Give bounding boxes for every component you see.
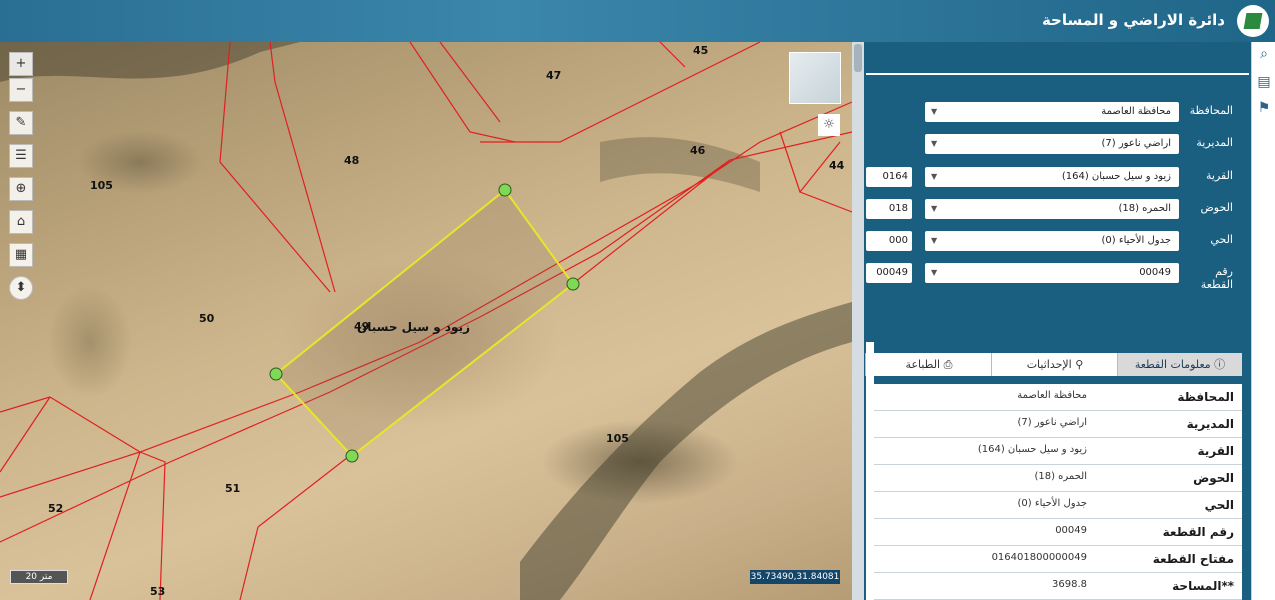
sun-icon[interactable]: ☼ (818, 114, 840, 136)
home-icon[interactable]: ⌂ (9, 210, 33, 234)
parcel-number: 45 (693, 44, 708, 57)
tab-coordinates[interactable]: ⚲ الإحداثيات (991, 353, 1118, 376)
village-select[interactable]: زيود و سيل حسبان (164) ▼ (925, 167, 1179, 187)
parcel-info-table: المحافظة محافظة العاصمة المديرية اراضي ناع… (866, 384, 1242, 600)
parcel-number: 47 (546, 69, 561, 82)
zoom-out-button[interactable]: − (9, 78, 33, 102)
info-row: **المساحة 3698.8 (866, 573, 1242, 600)
coordinate-readout: 35.73490,31.84081 (750, 570, 840, 584)
info-scrollbar[interactable] (866, 342, 874, 600)
compass-icon[interactable]: ⬍ (9, 276, 33, 300)
map-scrollbar[interactable] (852, 42, 864, 600)
app-title: دائرة الاراضي و المساحة (1041, 11, 1225, 29)
parcel-number: 51 (225, 482, 240, 495)
info-icon: ⓘ (1214, 358, 1226, 371)
info-row: مفتاح القطعة 016401800000049 (866, 546, 1242, 573)
chart-icon[interactable]: ▦ (9, 243, 33, 267)
form-row-basin: الحوض الحمره (18) ▼ 018 (864, 199, 1251, 221)
chevron-down-icon: ▼ (931, 172, 938, 181)
basemap-thumbnail[interactable] (789, 52, 841, 104)
parcel-name-label: زيود و سيل حسبان (357, 320, 470, 335)
info-row: المديرية اراضي ناعور (7) (866, 411, 1242, 438)
panel-divider (866, 73, 1249, 75)
layers-icon[interactable]: ▤ (1256, 74, 1272, 90)
basin-select[interactable]: الحمره (18) ▼ (925, 199, 1179, 219)
scale-bar: 20 متر (10, 570, 68, 584)
field-label: الحي (1210, 233, 1233, 246)
neighborhood-code-input[interactable]: 000 (866, 231, 912, 251)
parcel-number: 105 (90, 179, 113, 192)
field-label: رقم القطعة (1200, 265, 1233, 291)
parcel-number: 105 (606, 432, 629, 445)
directorate-select[interactable]: اراضي ناعور (7) ▼ (925, 134, 1179, 154)
basin-code-input[interactable]: 018 (866, 199, 912, 219)
locate-icon[interactable]: ⊕ (9, 177, 33, 201)
village-code-input[interactable]: 0164 (866, 167, 912, 187)
governorate-select[interactable]: محافظة العاصمة ▼ (925, 102, 1179, 122)
map-toolbar: + − ✎ ☰ ⊕ ⌂ ▦ ⬍ (9, 52, 33, 309)
zoom-in-button[interactable]: + (9, 52, 33, 76)
pencil-icon[interactable]: ✎ (9, 111, 33, 135)
chevron-down-icon: ▼ (931, 268, 938, 277)
measure-icon[interactable]: ☰ (9, 144, 33, 168)
parcel-number: 44 (829, 159, 845, 172)
terrain-ridge (600, 137, 760, 192)
info-row: القرية زيود و سيل حسبان (164) (866, 438, 1242, 465)
right-sidebar: ⌕ ▤ ⚑ (1251, 42, 1275, 600)
parcel-number: 46 (690, 144, 706, 157)
print-icon: ⎙ (943, 358, 953, 371)
terrain-ridge (0, 42, 300, 82)
map-view[interactable]: 45 47 46 44 48 105 50 49 105 51 52 53 زي… (0, 42, 852, 600)
info-row: الحي جدول الأحياء (0) (866, 492, 1242, 519)
parcel-number: 50 (199, 312, 215, 325)
person-icon: ⚲ (1075, 358, 1084, 371)
info-row: رقم القطعة 00049 (866, 519, 1242, 546)
dls-logo[interactable] (1237, 5, 1269, 37)
parcel-number: 52 (48, 502, 63, 515)
parcel-select[interactable]: 00049 ▼ (925, 263, 1179, 283)
info-row: الحوض الحمره (18) (866, 465, 1242, 492)
location-pin-icon[interactable]: ⚑ (1256, 100, 1272, 116)
form-row-governorate: المحافظة محافظة العاصمة ▼ (864, 102, 1251, 124)
terrain-ridge (520, 302, 852, 600)
field-label: الحوض (1200, 201, 1234, 214)
info-tabs: ⓘ معلومات القطعة ⚲ الإحداثيات ⎙ الطباعة (865, 353, 1242, 376)
chevron-down-icon: ▼ (931, 107, 938, 116)
neighborhood-select[interactable]: جدول الأحياء (0) ▼ (925, 231, 1179, 251)
form-row-neighborhood: الحي جدول الأحياء (0) ▼ 000 (864, 231, 1251, 253)
app-header: دائرة الاراضي و المساحة (0, 0, 1275, 42)
parcel-number: 53 (150, 585, 165, 598)
form-row-parcel: رقم القطعة 00049 ▼ 00049 (864, 263, 1251, 291)
scrollbar-thumb[interactable] (854, 44, 862, 72)
chevron-down-icon: ▼ (931, 139, 938, 148)
tab-print[interactable]: ⎙ الطباعة (865, 353, 992, 376)
search-panel: المحافظة محافظة العاصمة ▼ المديرية اراضي … (864, 42, 1251, 600)
parcel-code-input[interactable]: 00049 (866, 263, 912, 283)
form-row-village: القرية زيود و سيل حسبان (164) ▼ 0164 (864, 167, 1251, 189)
search-icon[interactable]: ⌕ (1256, 46, 1272, 62)
tab-parcel-info[interactable]: ⓘ معلومات القطعة (1117, 353, 1242, 376)
field-label: المحافظة (1189, 104, 1233, 117)
field-label: القرية (1205, 169, 1233, 182)
parcel-number: 48 (344, 154, 359, 167)
field-label: المديرية (1196, 136, 1233, 149)
form-row-directorate: المديرية اراضي ناعور (7) ▼ (864, 134, 1251, 156)
info-row: المحافظة محافظة العاصمة (866, 384, 1242, 411)
chevron-down-icon: ▼ (931, 236, 938, 245)
chevron-down-icon: ▼ (931, 204, 938, 213)
map-overlay: 45 47 46 44 48 105 50 49 105 51 52 53 زي… (0, 42, 852, 600)
